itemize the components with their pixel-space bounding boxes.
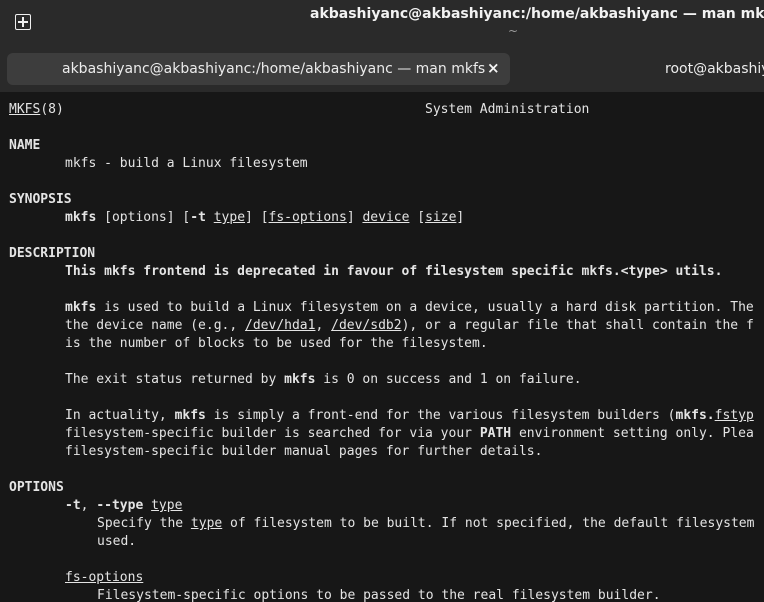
tab-bar: akbashiyanc@akbashiyanc:/home/akbashiyan… xyxy=(0,46,764,92)
close-icon[interactable]: × xyxy=(487,59,500,77)
deprecation-notice: This mkfs frontend is deprecated in favo… xyxy=(65,264,723,279)
terminal-content[interactable]: MKFS(8) System Administration NAME mkfs -… xyxy=(0,92,764,602)
window-subtitle: ~ xyxy=(508,24,519,38)
section-name-heading: NAME xyxy=(9,138,41,153)
tab-man-mkfs[interactable]: akbashiyanc@akbashiyanc:/home/akbashiyan… xyxy=(7,53,510,85)
section-description-heading: DESCRIPTION xyxy=(9,246,96,261)
desc-p3-line2: filesystem-specific builder is searched … xyxy=(65,426,754,441)
desc-p3-line3: filesystem-specific builder manual pages… xyxy=(65,444,543,459)
tab-root[interactable]: root@akbashiy xyxy=(665,61,764,77)
desc-p1-line3: is the number of blocks to be used for t… xyxy=(65,336,488,351)
section-synopsis-heading: SYNOPSIS xyxy=(9,192,72,207)
section-options-heading: OPTIONS xyxy=(9,480,64,495)
desc-p1-line1: mkfs is used to build a Linux filesystem… xyxy=(65,300,754,315)
option-fs-options-desc: Filesystem-specific options to be passed… xyxy=(97,588,661,602)
new-tab-icon[interactable] xyxy=(15,14,31,30)
option-fs-options-heading: fs-options xyxy=(65,570,144,585)
window-titlebar: akbashiyanc@akbashiyanc:/home/akbashiyan… xyxy=(0,0,764,46)
synopsis-line: mkfs [options] [-t type] [fs-options] de… xyxy=(65,210,465,225)
desc-p1-line2: the device name (e.g., /dev/hda1, /dev/s… xyxy=(65,318,754,333)
option-type-desc-line2: used. xyxy=(97,534,137,549)
option-type-desc-line1: Specify the type of filesystem to be bui… xyxy=(97,516,755,531)
man-header: MKFS(8) System Administration xyxy=(9,102,590,117)
name-text: mkfs - build a Linux filesystem xyxy=(65,156,308,171)
window-title: akbashiyanc@akbashiyanc:/home/akbashiyan… xyxy=(310,6,764,22)
option-type-heading: -t, --type type xyxy=(65,498,183,513)
desc-p2: The exit status returned by mkfs is 0 on… xyxy=(65,372,582,387)
desc-p3-line1: In actuality, mkfs is simply a front-end… xyxy=(65,408,754,423)
tab-label: akbashiyanc@akbashiyanc:/home/akbashiyan… xyxy=(62,61,486,77)
